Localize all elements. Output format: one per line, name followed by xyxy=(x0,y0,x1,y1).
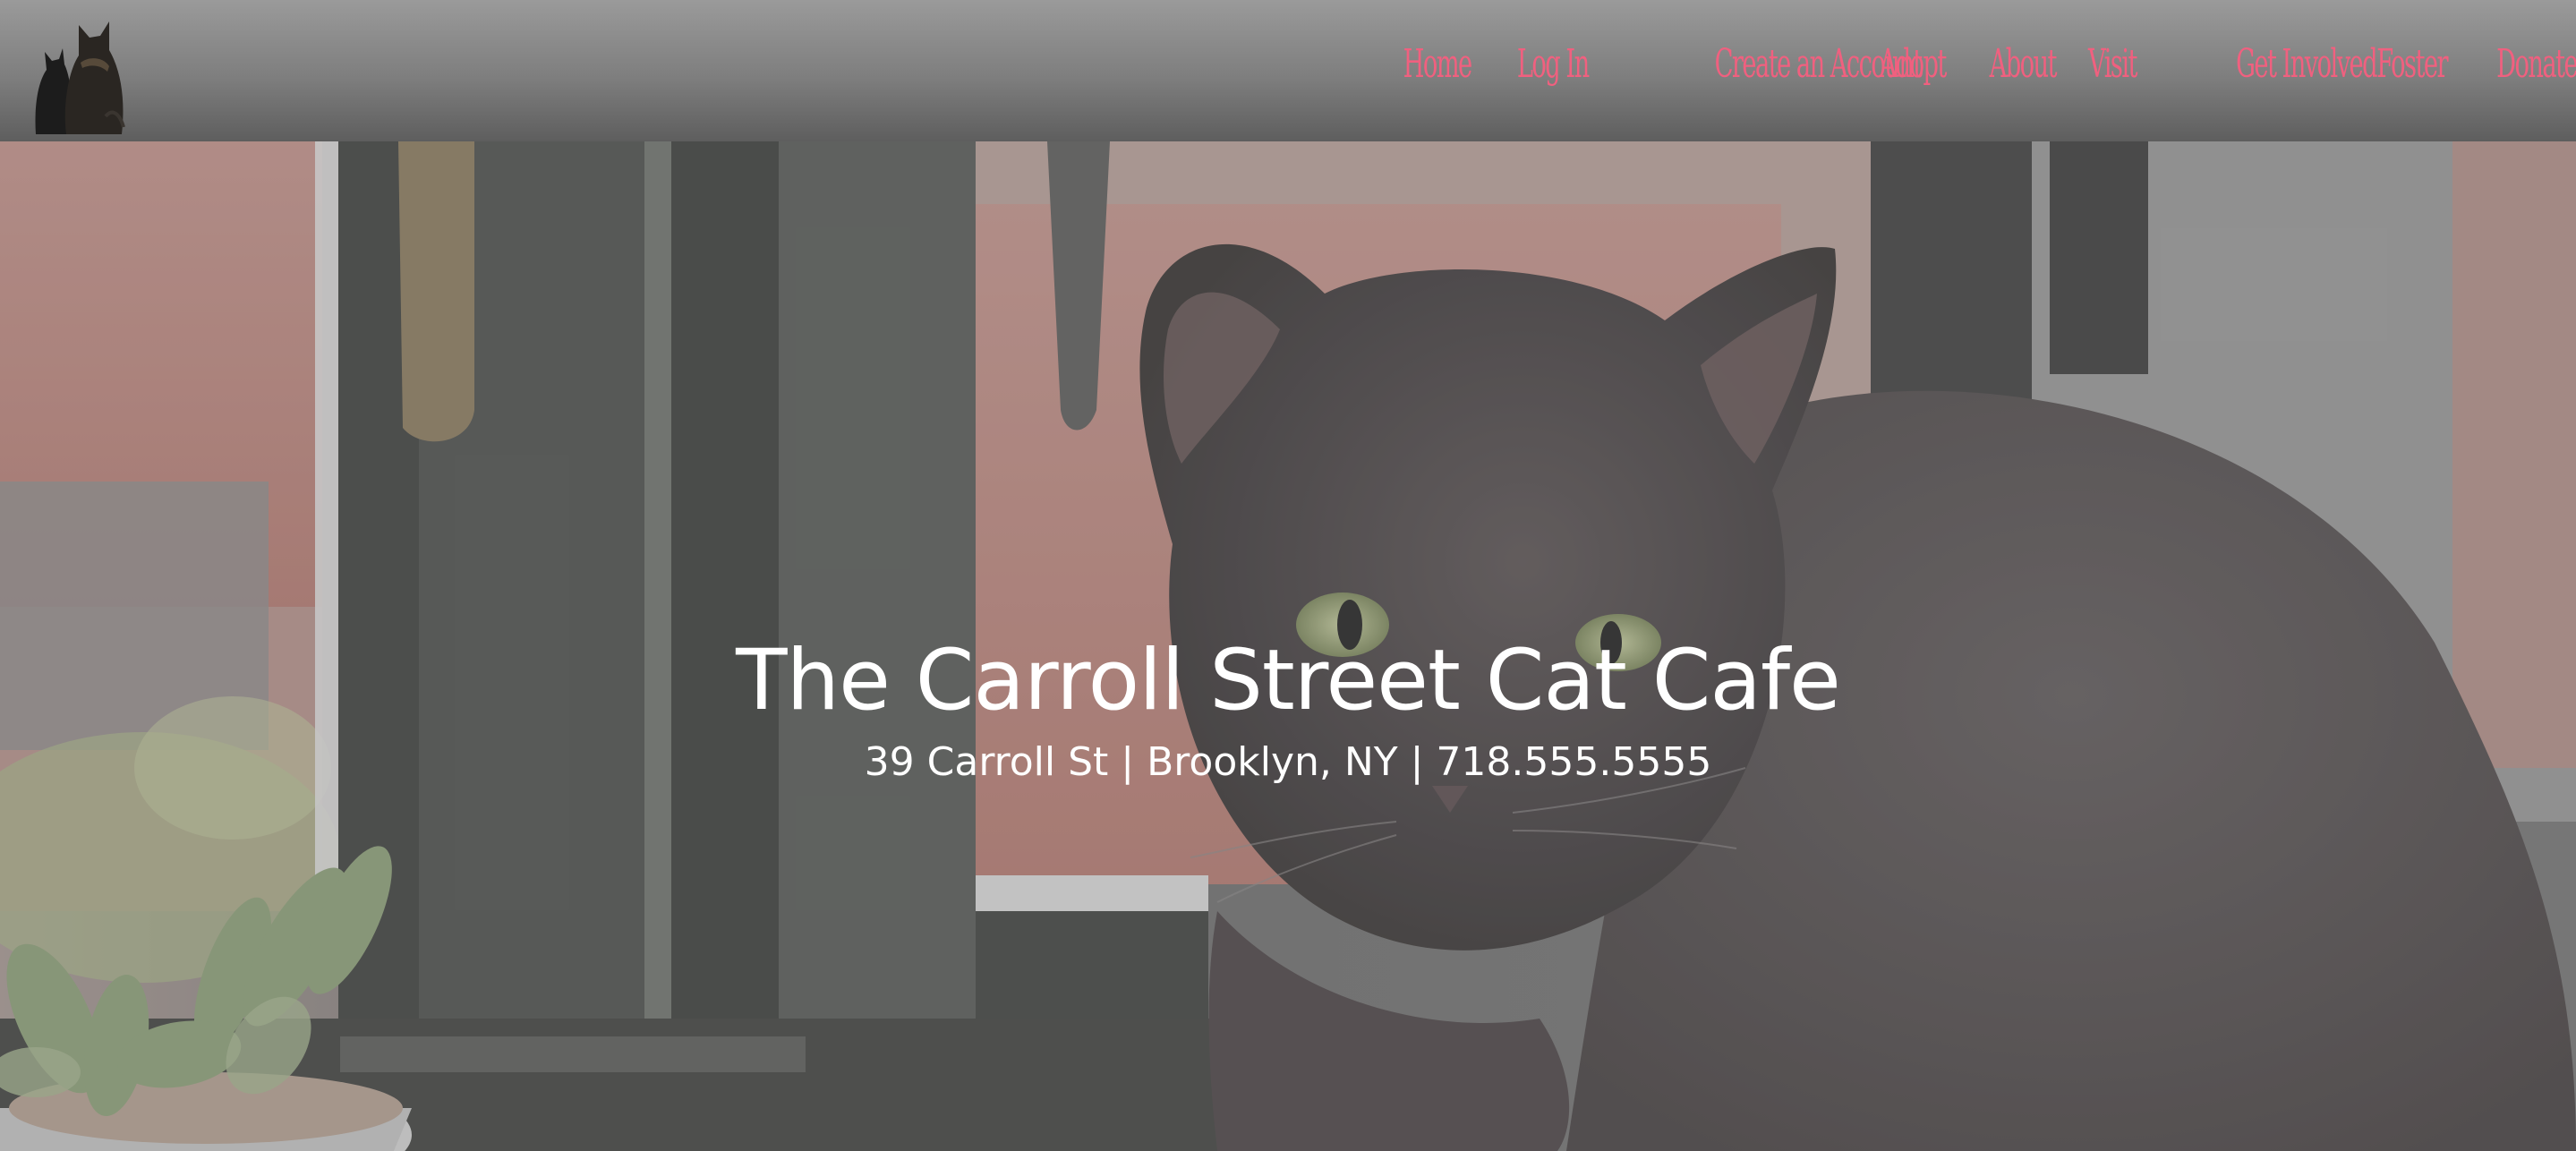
nav-link-donate[interactable]: Donate xyxy=(2496,41,2576,87)
nav-link-visit[interactable]: Visit xyxy=(2088,41,2137,87)
nav-link-login[interactable]: Log In xyxy=(1517,41,1590,87)
nav-item-home[interactable]: Home xyxy=(1361,41,1473,87)
two-cats-silhouette-icon xyxy=(35,21,125,134)
nav-item-visit[interactable]: Visit xyxy=(2059,41,2137,87)
nav-item-donate[interactable]: Donate xyxy=(2447,41,2576,87)
nav-item-create-account[interactable]: Create an Account xyxy=(1588,41,1923,87)
page: Home Log In Create an Account Adopt Abou… xyxy=(0,0,2576,1151)
top-nav-bar: Home Log In Create an Account Adopt Abou… xyxy=(0,0,2576,141)
nav-link-get-involved[interactable]: Get Involved xyxy=(2236,41,2377,87)
nav-link-about[interactable]: About xyxy=(1990,41,2058,87)
main-nav: Home Log In Create an Account Adopt Abou… xyxy=(1361,32,2576,95)
nav-item-get-involved[interactable]: Get Involved xyxy=(2150,41,2377,87)
hero-subtitle: 39 Carroll St | Brooklyn, NY | 718.555.5… xyxy=(864,739,1712,785)
nav-link-foster[interactable]: Foster xyxy=(2376,41,2448,87)
hero-title: The Carroll Street Cat Cafe xyxy=(736,632,1841,729)
nav-item-login[interactable]: Log In xyxy=(1473,41,1590,87)
nav-link-home[interactable]: Home xyxy=(1403,41,1473,87)
nav-link-adopt[interactable]: Adopt xyxy=(1880,41,1948,87)
hero-banner: The Carroll Street Cat Cafe 39 Carroll S… xyxy=(0,141,2576,1151)
nav-item-about[interactable]: About xyxy=(1949,41,2058,87)
site-logo[interactable] xyxy=(27,9,134,136)
